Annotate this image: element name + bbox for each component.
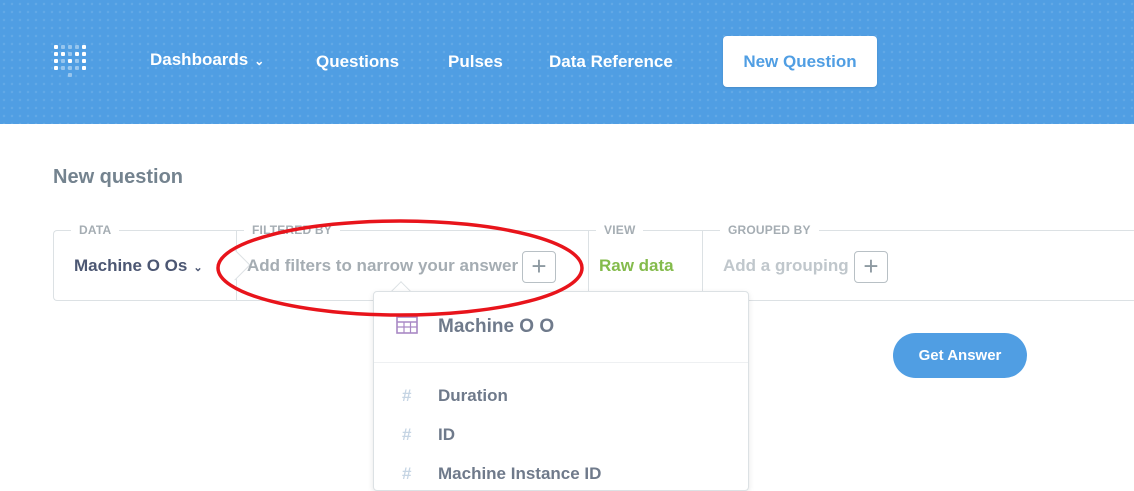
field-list-item[interactable]: # ID <box>374 421 748 451</box>
section-divider <box>588 231 589 300</box>
popover-table-name: Machine O O <box>438 316 555 337</box>
filtered-by-section-label: FILTERED BY <box>244 223 340 237</box>
nav-dashboards-label: Dashboards <box>150 50 249 69</box>
field-list-item[interactable]: # Machine Instance ID <box>374 460 748 490</box>
metabase-logo-icon[interactable] <box>54 45 86 77</box>
add-grouping-plus-button[interactable]: + <box>854 251 888 283</box>
add-filter-placeholder[interactable]: Add filters to narrow your answer <box>247 256 518 276</box>
data-source-value: Machine O Os <box>74 256 188 275</box>
view-type-select[interactable]: Raw data <box>599 256 674 276</box>
field-name: Duration <box>438 386 508 405</box>
chevron-down-icon: ⌄ <box>254 53 265 68</box>
number-field-icon: # <box>402 425 412 444</box>
number-field-icon: # <box>402 464 412 483</box>
add-filter-plus-button[interactable]: + <box>522 251 556 283</box>
nav-data-reference[interactable]: Data Reference <box>549 48 673 76</box>
field-name: Machine Instance ID <box>438 464 602 483</box>
data-source-select[interactable]: Machine O Os ⌄ <box>74 256 203 276</box>
get-answer-button[interactable]: Get Answer <box>893 333 1027 378</box>
popover-header: Machine O O <box>374 292 748 363</box>
number-field-icon: # <box>402 386 412 405</box>
grouped-by-section-label: GROUPED BY <box>720 223 819 237</box>
section-divider <box>702 231 703 300</box>
top-navigation-bar: Dashboards ⌄ Questions Pulses Data Refere… <box>0 0 1134 124</box>
field-name: ID <box>438 425 455 444</box>
table-icon <box>396 316 418 334</box>
nav-pulses[interactable]: Pulses <box>448 48 503 76</box>
nav-questions[interactable]: Questions <box>316 48 399 76</box>
add-grouping-placeholder[interactable]: Add a grouping <box>723 256 849 276</box>
view-section-label: VIEW <box>596 223 644 237</box>
field-list-item[interactable]: # Duration <box>374 382 748 412</box>
filter-field-popover: Machine O O # Duration # ID # Machine In… <box>373 291 749 491</box>
new-question-button[interactable]: New Question <box>723 36 877 87</box>
page-title: New question <box>53 166 184 188</box>
data-section-label: DATA <box>71 223 120 237</box>
chevron-down-icon: ⌄ <box>193 262 203 274</box>
nav-dashboards[interactable]: Dashboards ⌄ <box>150 46 264 74</box>
